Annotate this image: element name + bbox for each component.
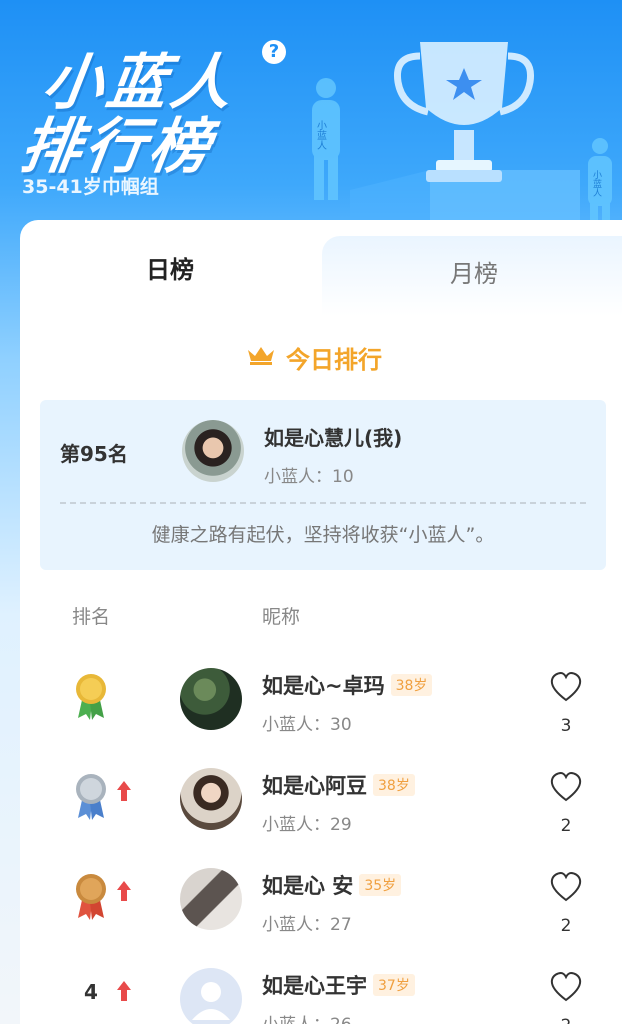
player-name[interactable]: 如是心阿豆 38岁 bbox=[262, 770, 415, 800]
table-row: 4 如是心王宇37岁 小蓝人：26 2 bbox=[20, 948, 622, 1024]
group-subtitle: 35-41岁巾帼组 bbox=[22, 176, 159, 198]
player-score: 小蓝人：30 bbox=[262, 715, 352, 735]
column-header-nickname: 昵称 bbox=[262, 606, 301, 628]
tab-monthly[interactable]: 月榜 bbox=[450, 254, 498, 289]
my-score: 小蓝人：10 bbox=[264, 467, 354, 487]
avatar[interactable] bbox=[180, 668, 242, 730]
like-count: 3 bbox=[560, 716, 572, 736]
age-badge: 35岁 bbox=[359, 874, 402, 896]
my-name: 如是心慧儿(我) bbox=[264, 426, 403, 450]
player-score: 小蓝人：27 bbox=[262, 915, 352, 935]
crown-icon bbox=[248, 347, 274, 365]
header-banner: 小蓝人 排行榜 ? 35-41岁巾帼组 小蓝人 小蓝人 bbox=[0, 0, 622, 240]
player-name[interactable]: 如是心~卓玛 38岁 bbox=[262, 670, 433, 700]
avatar[interactable] bbox=[180, 768, 242, 830]
my-rank: 第95名 bbox=[60, 442, 128, 466]
rank-up-arrow-icon bbox=[117, 781, 131, 801]
tab-daily[interactable]: 日榜 bbox=[146, 250, 194, 285]
player-name[interactable]: 如是心王宇 37岁 bbox=[262, 970, 415, 1000]
default-user-icon bbox=[192, 982, 230, 1020]
player-name[interactable]: 如是心 安 35岁 bbox=[262, 870, 402, 900]
player-score: 小蓝人：26 bbox=[262, 1010, 352, 1024]
table-row: 如是心~卓玛 38岁 小蓝人：30 3 bbox=[20, 648, 622, 748]
heart-icon[interactable] bbox=[550, 872, 582, 902]
figure-label-left: 小蓝人 bbox=[315, 120, 327, 150]
table-row: 如是心 安 35岁 小蓝人：27 2 bbox=[20, 848, 622, 948]
gold-medal-icon bbox=[76, 674, 106, 720]
rank-number: 4 bbox=[84, 980, 98, 1004]
rank-up-arrow-icon bbox=[117, 981, 131, 1001]
avatar[interactable] bbox=[180, 868, 242, 930]
my-avatar bbox=[182, 420, 244, 482]
heart-icon[interactable] bbox=[550, 972, 582, 1002]
like-count: 2 bbox=[560, 916, 572, 936]
avatar[interactable] bbox=[180, 968, 242, 1024]
trophy-illustration: 小蓝人 小蓝人 bbox=[312, 42, 612, 235]
encourage-text: 健康之路有起伏，坚持将收获“小蓝人”。 bbox=[151, 524, 495, 546]
like-count: 2 bbox=[560, 816, 572, 836]
age-badge: 38岁 bbox=[390, 674, 433, 696]
figure-label-right: 小蓝人 bbox=[591, 170, 602, 197]
player-score: 小蓝人：29 bbox=[262, 815, 352, 835]
bronze-medal-icon bbox=[76, 874, 106, 920]
today-ranking-title: 今日排行 bbox=[286, 346, 382, 374]
leaderboard-card: 日榜 月榜 今日排行 第95名 如是心慧儿(我) 小蓝人：10 健康之路有起伏，… bbox=[20, 220, 622, 1024]
like-count: 2 bbox=[550, 1016, 582, 1024]
my-rank-card: 第95名 如是心慧儿(我) 小蓝人：10 健康之路有起伏，坚持将收获“小蓝人”。 bbox=[40, 400, 606, 570]
rank-up-arrow-icon bbox=[117, 881, 131, 901]
age-badge: 37岁 bbox=[373, 974, 415, 996]
age-badge: 38岁 bbox=[373, 774, 415, 796]
heart-icon[interactable] bbox=[550, 672, 582, 702]
tab-bar: 日榜 月榜 bbox=[20, 220, 622, 316]
divider bbox=[60, 502, 586, 504]
help-icon[interactable]: ? bbox=[262, 40, 286, 64]
column-header-rank: 排名 bbox=[72, 606, 111, 628]
table-row: 如是心阿豆 38岁 小蓝人：29 2 bbox=[20, 748, 622, 848]
heart-icon[interactable] bbox=[550, 772, 582, 802]
silver-medal-icon bbox=[76, 774, 106, 820]
